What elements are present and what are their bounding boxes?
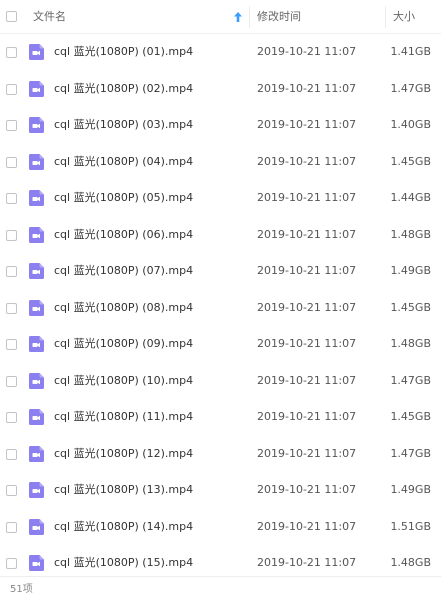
file-name-link[interactable]: cql 蓝光(1080P) (08).mp4 [54,290,193,327]
file-name-link[interactable]: cql 蓝光(1080P) (01).mp4 [54,34,193,71]
row-checkbox[interactable] [6,521,17,533]
file-modified-time: 2019-10-21 11:07 [257,519,357,533]
file-size: 1.47GB [390,81,431,95]
file-modified-time: 2019-10-21 11:07 [257,300,357,314]
video-file-icon [29,445,44,462]
row-checkbox[interactable] [6,485,17,496]
file-row[interactable]: cql 蓝光(1080P) (01).mp4 2019-10-21 11:07 1.… [0,34,441,71]
video-file-icon [29,518,44,535]
file-size: 1.41GB [390,45,431,58]
file-row[interactable]: cql 蓝光(1080P) (11).mp4 2019-10-21 11:07 1.… [0,399,441,436]
video-file-icon [29,153,44,170]
row-checkbox[interactable] [6,229,17,241]
file-name-link[interactable]: cql 蓝光(1080P) (10).mp4 [54,363,193,400]
column-divider[interactable] [385,6,386,28]
file-modified-time: 2019-10-21 11:07 [257,45,357,58]
video-file-icon [29,190,44,206]
file-size: 1.49GB [390,483,431,496]
row-checkbox[interactable] [6,47,17,58]
file-modified-time: 2019-10-21 11:07 [257,446,357,460]
video-file-icon [29,372,44,389]
file-size: 1.45GB [390,410,431,423]
row-checkbox[interactable] [6,193,17,204]
file-row[interactable]: cql 蓝光(1080P) (04).mp4 2019-10-21 11:07 1.… [0,144,441,181]
sort-ascending-icon[interactable] [233,11,243,23]
row-checkbox[interactable] [6,375,17,387]
file-row[interactable]: cql 蓝光(1080P) (08).mp4 2019-10-21 11:07 1.… [0,290,441,327]
row-checkbox[interactable] [6,448,17,460]
row-checkbox[interactable] [6,120,17,131]
file-modified-time: 2019-10-21 11:07 [257,410,357,423]
row-checkbox[interactable] [6,339,17,350]
row-checkbox[interactable] [6,412,17,423]
file-row[interactable]: cql 蓝光(1080P) (10).mp4 2019-10-21 11:07 1.… [0,363,441,400]
file-name-link[interactable]: cql 蓝光(1080P) (05).mp4 [54,180,193,217]
row-checkbox[interactable] [6,558,17,569]
file-row[interactable]: cql 蓝光(1080P) (13).mp4 2019-10-21 11:07 1.… [0,472,441,509]
file-name-link[interactable]: cql 蓝光(1080P) (09).mp4 [54,326,193,363]
file-list-header: 文件名 修改时间 大小 [0,0,441,34]
row-checkbox[interactable] [6,302,17,314]
file-row[interactable]: cql 蓝光(1080P) (02).mp4 2019-10-21 11:07 1.… [0,71,441,108]
video-file-icon [29,482,44,498]
file-modified-time: 2019-10-21 11:07 [257,264,357,277]
file-size: 1.51GB [390,519,431,533]
video-file-icon [29,555,44,571]
file-name-link[interactable]: cql 蓝光(1080P) (11).mp4 [54,399,193,436]
file-size: 1.44GB [390,191,431,204]
column-divider[interactable] [249,6,250,28]
file-size: 1.45GB [390,300,431,314]
file-row[interactable]: cql 蓝光(1080P) (06).mp4 2019-10-21 11:07 1.… [0,217,441,254]
file-name-link[interactable]: cql 蓝光(1080P) (04).mp4 [54,144,193,181]
file-modified-time: 2019-10-21 11:07 [257,337,357,350]
column-header-modified[interactable]: 修改时间 [257,0,301,34]
file-size: 1.48GB [390,337,431,350]
file-row[interactable]: cql 蓝光(1080P) (09).mp4 2019-10-21 11:07 1.… [0,326,441,363]
file-size: 1.45GB [390,154,431,168]
video-file-icon [29,80,44,97]
row-checkbox[interactable] [6,266,17,277]
file-row[interactable]: cql 蓝光(1080P) (12).mp4 2019-10-21 11:07 1.… [0,436,441,473]
file-modified-time: 2019-10-21 11:07 [257,81,357,95]
file-size: 1.47GB [390,373,431,387]
item-count: 51项 [10,584,33,595]
file-name-link[interactable]: cql 蓝光(1080P) (13).mp4 [54,472,193,509]
file-name-link[interactable]: cql 蓝光(1080P) (12).mp4 [54,436,193,473]
video-file-icon [29,226,44,243]
file-modified-time: 2019-10-21 11:07 [257,483,357,496]
file-row[interactable]: cql 蓝光(1080P) (05).mp4 2019-10-21 11:07 1.… [0,180,441,217]
file-size: 1.47GB [390,446,431,460]
file-name-link[interactable]: cql 蓝光(1080P) (03).mp4 [54,107,193,144]
row-checkbox[interactable] [6,156,17,168]
file-modified-time: 2019-10-21 11:07 [257,373,357,387]
file-modified-time: 2019-10-21 11:07 [257,118,357,131]
video-file-icon [29,336,44,352]
video-file-icon [29,44,44,60]
video-file-icon [29,409,44,425]
file-row[interactable]: cql 蓝光(1080P) (14).mp4 2019-10-21 11:07 1.… [0,509,441,546]
column-header-name[interactable]: 文件名 [33,0,66,34]
file-name-link[interactable]: cql 蓝光(1080P) (06).mp4 [54,217,193,254]
file-modified-time: 2019-10-21 11:07 [257,227,357,241]
video-file-icon [29,299,44,316]
video-file-icon [29,117,44,133]
file-row[interactable]: cql 蓝光(1080P) (03).mp4 2019-10-21 11:07 1.… [0,107,441,144]
video-file-icon [29,263,44,279]
column-header-size[interactable]: 大小 [393,0,415,34]
file-size: 1.48GB [390,227,431,241]
file-modified-time: 2019-10-21 11:07 [257,154,357,168]
file-row[interactable]: cql 蓝光(1080P) (07).mp4 2019-10-21 11:07 1.… [0,253,441,290]
file-name-link[interactable]: cql 蓝光(1080P) (14).mp4 [54,509,193,546]
file-name-link[interactable]: cql 蓝光(1080P) (02).mp4 [54,71,193,108]
row-checkbox[interactable] [6,83,17,95]
file-size: 1.40GB [390,118,431,131]
status-bar: 51项 [0,576,441,600]
select-all-checkbox[interactable] [6,11,17,22]
file-size: 1.49GB [390,264,431,277]
file-modified-time: 2019-10-21 11:07 [257,191,357,204]
file-name-link[interactable]: cql 蓝光(1080P) (07).mp4 [54,253,193,290]
